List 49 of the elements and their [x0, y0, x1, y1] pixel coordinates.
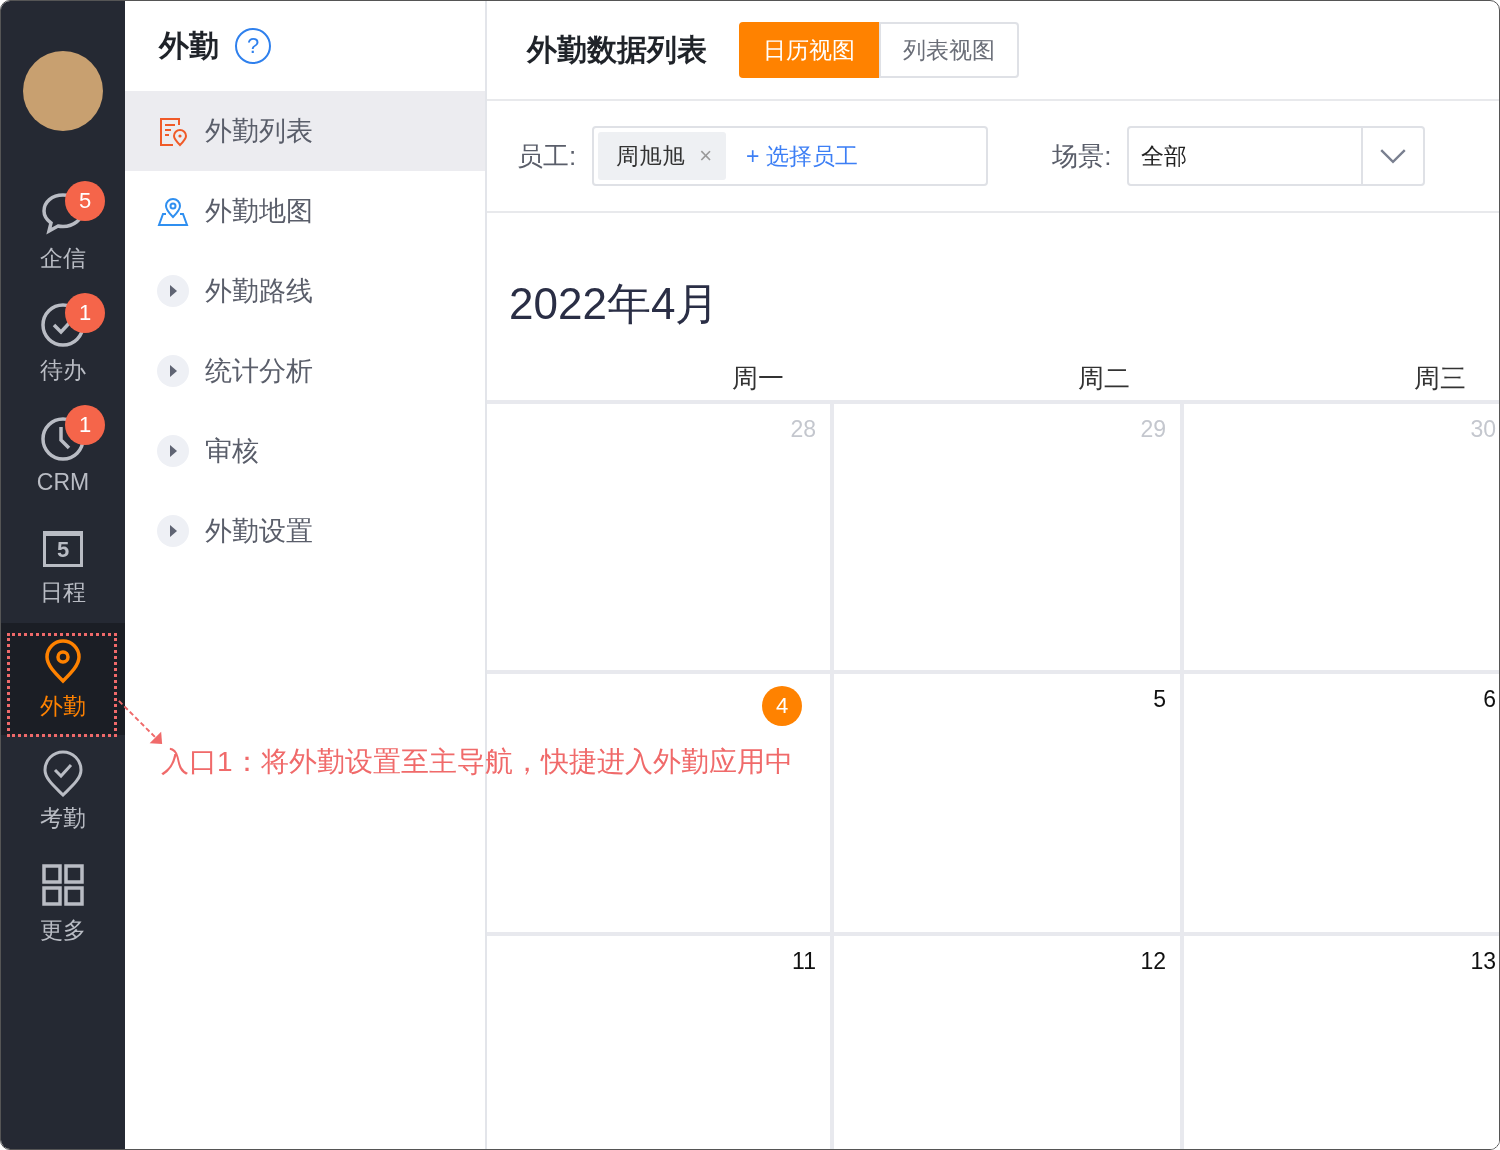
menu-item[interactable]: 外勤设置	[125, 491, 485, 571]
count-badge: 5	[65, 181, 105, 221]
nav-item[interactable]: 企信 5	[1, 175, 125, 287]
weekday-header: 周一	[731, 361, 785, 395]
menu-item[interactable]: 外勤地图	[125, 171, 485, 251]
nav-item[interactable]: 更多	[1, 847, 125, 959]
tag-label: 周旭旭	[616, 141, 686, 171]
field-label: 场景:	[1052, 139, 1112, 173]
scene-select[interactable]: 全部	[1127, 126, 1426, 186]
play-circle-icon	[157, 355, 189, 387]
day-number: 6	[1483, 686, 1496, 713]
menu-item[interactable]: 外勤路线	[125, 251, 485, 331]
day-number: 12	[1140, 948, 1166, 975]
annotation-text: 入口1：将外勤设置至主导航，快捷进入外勤应用中	[161, 745, 793, 779]
menu-item[interactable]: 审核	[125, 411, 485, 491]
map-pin-icon	[157, 195, 189, 227]
weekday-header: 周三	[1413, 361, 1467, 395]
add-employee-link[interactable]: + 选择员工	[746, 140, 858, 172]
help-icon[interactable]: ?	[235, 28, 271, 64]
play-circle-icon	[157, 515, 189, 547]
play-circle-icon	[157, 275, 189, 307]
menu-item[interactable]: 统计分析	[125, 331, 485, 411]
nav-item[interactable]: 外勤	[1, 623, 125, 735]
nav-item[interactable]: 考勤	[1, 735, 125, 847]
panel-title: 外勤	[159, 27, 219, 64]
day-number: 29	[1140, 416, 1166, 443]
employee-field[interactable]: 周旭旭 × + 选择员工	[592, 126, 989, 186]
month-title: 2022年4月	[508, 278, 721, 330]
day-number: 5	[1153, 686, 1166, 713]
weekday-header: 周二	[1077, 361, 1131, 395]
field-label: 员工:	[517, 139, 577, 173]
day-number: 30	[1470, 416, 1496, 443]
chevron-down-icon	[1380, 148, 1407, 164]
nav-item[interactable]: 待办 1	[1, 287, 125, 399]
nav-item[interactable]: 5 日程	[1, 511, 125, 623]
play-circle-icon	[157, 435, 189, 467]
day-number: 13	[1470, 948, 1496, 975]
day-number: 4	[762, 686, 802, 726]
count-badge: 1	[65, 293, 105, 333]
menu-item[interactable]: 外勤列表	[125, 91, 485, 171]
count-badge: 1	[65, 405, 105, 445]
dashed-arrow	[117, 699, 165, 747]
list-pin-icon	[157, 115, 189, 147]
view-tab[interactable]: 列表视图	[879, 22, 1019, 78]
calendar-icon: 5	[43, 530, 83, 567]
day-number: 28	[790, 416, 816, 443]
day-number: 11	[792, 948, 816, 975]
nav-item[interactable]: CRM 1	[1, 399, 125, 511]
page-title: 外勤数据列表	[527, 31, 707, 68]
